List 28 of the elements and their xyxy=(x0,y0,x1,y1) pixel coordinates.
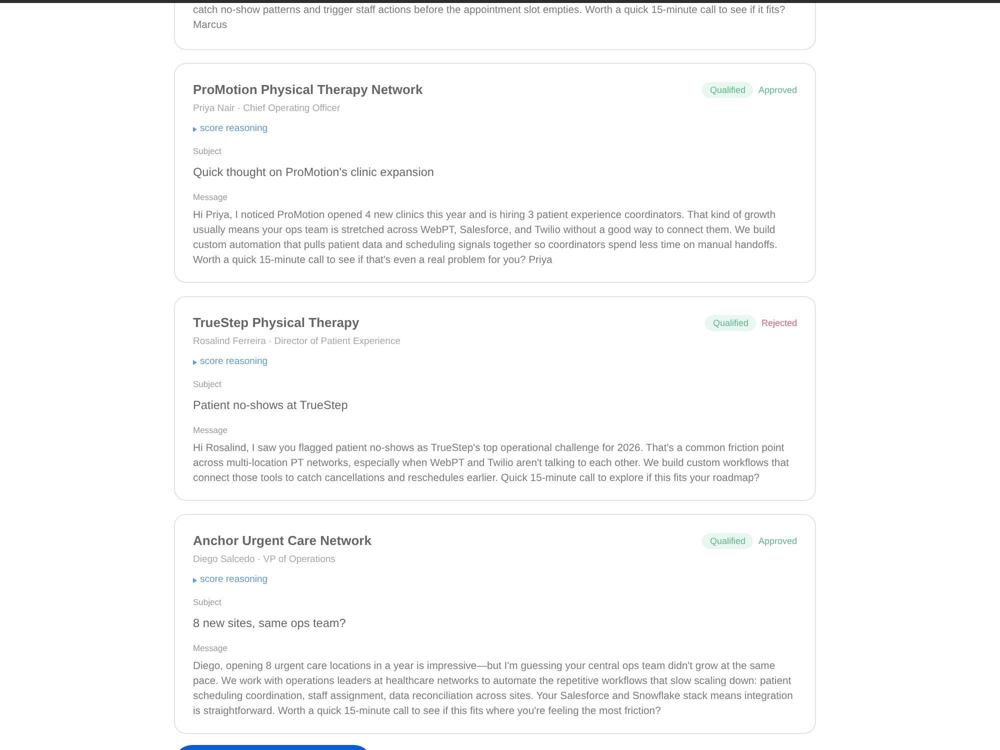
subject-text: 8 new sites, same ops team? xyxy=(193,616,347,630)
contact-name-title: Priya Nair · Chief Operating Officer xyxy=(193,103,342,115)
company-name: Anchor Urgent Care Network xyxy=(193,533,372,549)
company-name: TrueStep Physical Therapy xyxy=(193,315,360,331)
score-reasoning-toggle[interactable]: score reasoning xyxy=(193,356,268,368)
qualification-badge: Qualified xyxy=(702,533,754,549)
message-label: Message xyxy=(193,191,228,203)
message-text: Hi Priya, I noticed ProMotion opened 4 new clinics this year and is hiring 3 patient experience coordinators. That kind of growth usually means your ops team is stretched across WebPT, Salesforce, and Twilio without a good way to connect them. We build custom automation that pulls patient data and scheduling signals together so coordinators spend less time on manual handoffs. Worth a quick 15-minute call to see if that's even a real problem for you? Priya xyxy=(193,209,778,268)
review-status: Approved xyxy=(758,535,797,547)
subject-text: Quick thought on ProMotion's clinic expansion xyxy=(193,165,435,179)
subject-text: Patient no-shows at TrueStep xyxy=(193,398,349,412)
score-reasoning-toggle[interactable]: score reasoning xyxy=(193,574,268,586)
subject-label: Subject xyxy=(193,378,222,390)
subject-label: Subject xyxy=(193,596,222,608)
contact-name-title: Rosalind Ferreira · Director of Patient Experience xyxy=(193,336,402,348)
qualification-badge: Qualified xyxy=(702,82,754,98)
review-status: Approved xyxy=(758,84,797,96)
message-text: catch no-show patterns and trigger staff actions before the appointment slot empties. Worth a quick 15-minute call to see if it fits? Marcus xyxy=(193,4,786,33)
qualification-badge: Qualified xyxy=(704,315,756,331)
message-label: Message xyxy=(193,424,228,436)
message-label: Message xyxy=(193,642,228,654)
message-text: Hi Rosalind, I saw you flagged patient no-shows as TrueStep's top operational challenge for 2026. That's a common friction point across multi-location PT networks, especially when WebPT and Twilio aren't talking to each other. We build custom workflows that connect those tools to catch cancellations and reschedules earlier. Quick 15-minute call to explore if this fits your roadmap? xyxy=(193,442,790,486)
message-text: Diego, opening 8 urgent care locations in a year is impressive—but I'm guessing your central ops team didn't grow at the same pace. We work with operations leaders at healthcare networks to automate the repetitive workflows that slow scaling down: patient scheduling coordination, staff assignment, data reconciliation across sites. Your Salesforce and Snowflake stack means integration is straightforward. Worth a quick 15-minute call to see if this fits where you're feeling the most friction? xyxy=(193,660,794,719)
subject-label: Subject xyxy=(193,145,222,157)
contact-name-title: Diego Salcedo · VP of Operations xyxy=(193,554,336,566)
score-reasoning-toggle[interactable]: score reasoning xyxy=(193,123,268,135)
review-status: Rejected xyxy=(761,317,797,329)
company-name: ProMotion Physical Therapy Network xyxy=(193,82,423,98)
